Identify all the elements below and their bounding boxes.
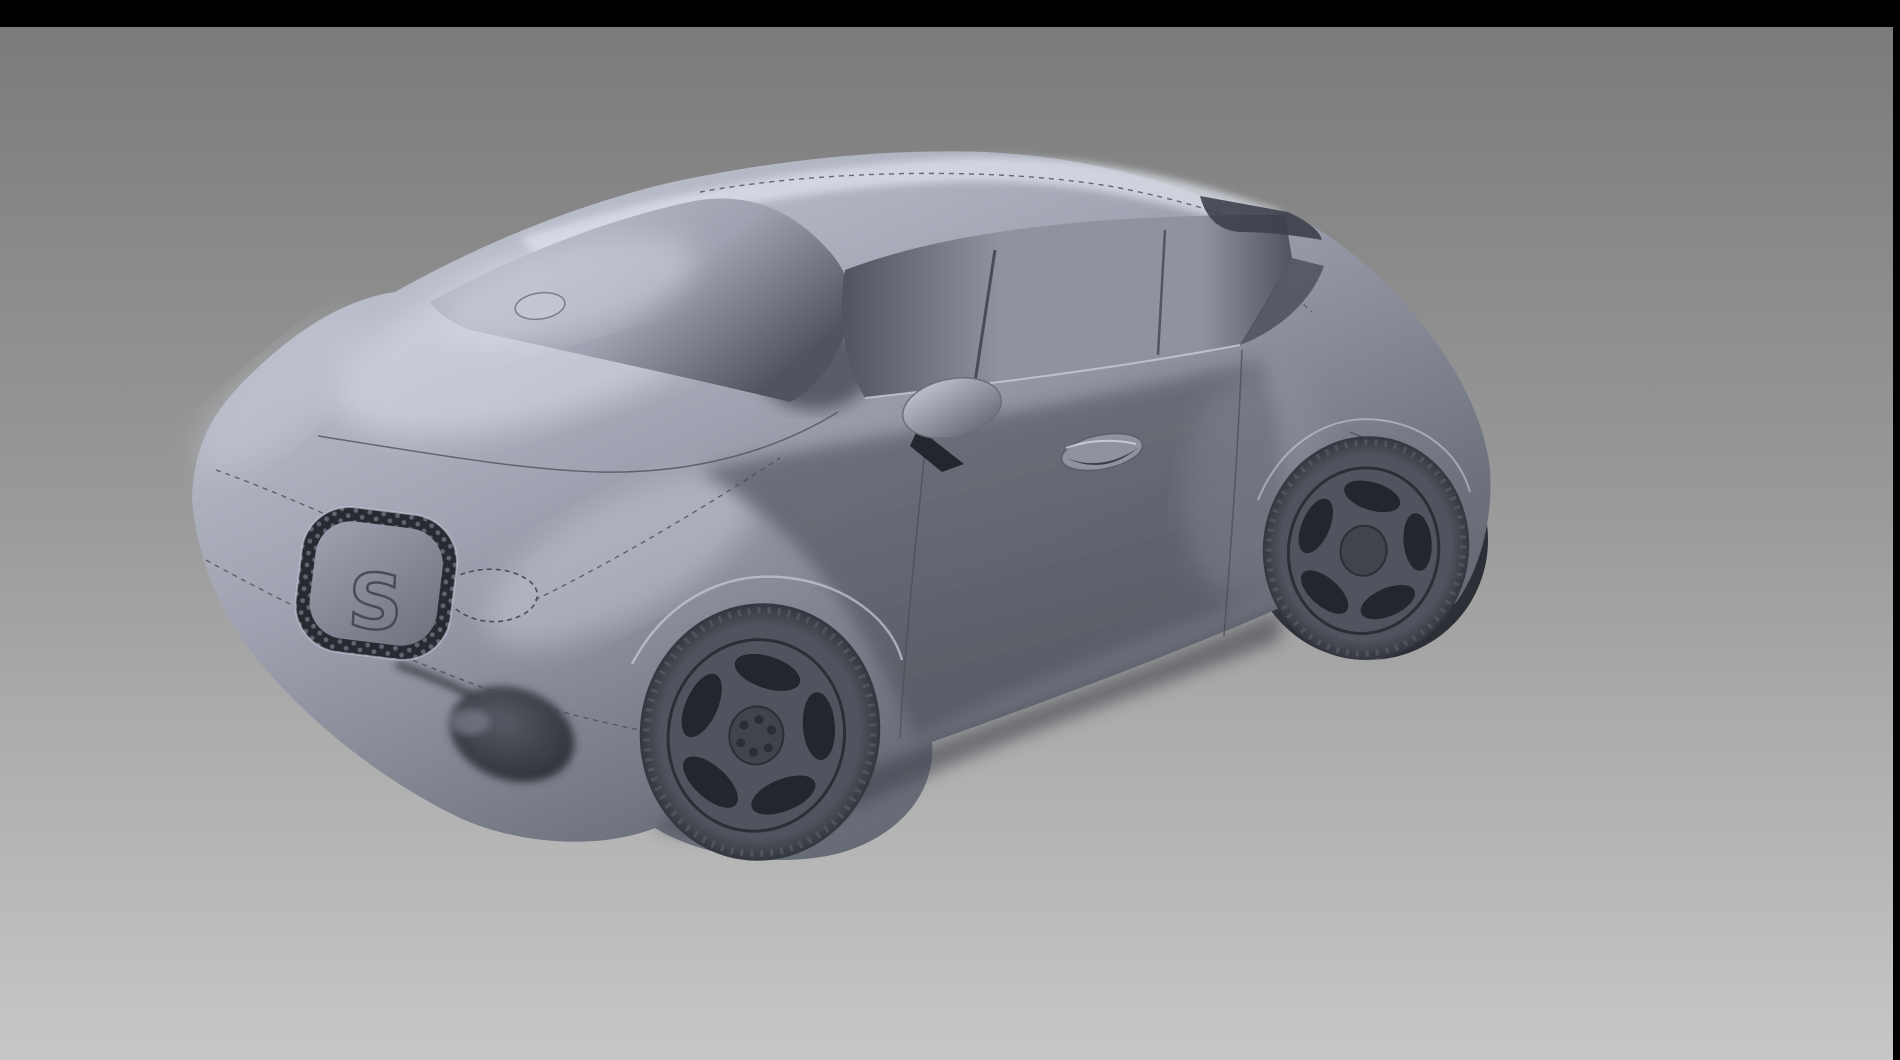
front-grille: S xyxy=(290,502,463,666)
seat-logo: S xyxy=(346,556,405,648)
car-model: S xyxy=(175,151,1507,880)
cad-application-window: S xyxy=(0,0,1900,1060)
car-3d-render: S xyxy=(0,0,1900,1060)
right-letterbox-bar xyxy=(1893,0,1900,1060)
top-letterbox-bar xyxy=(0,0,1900,27)
